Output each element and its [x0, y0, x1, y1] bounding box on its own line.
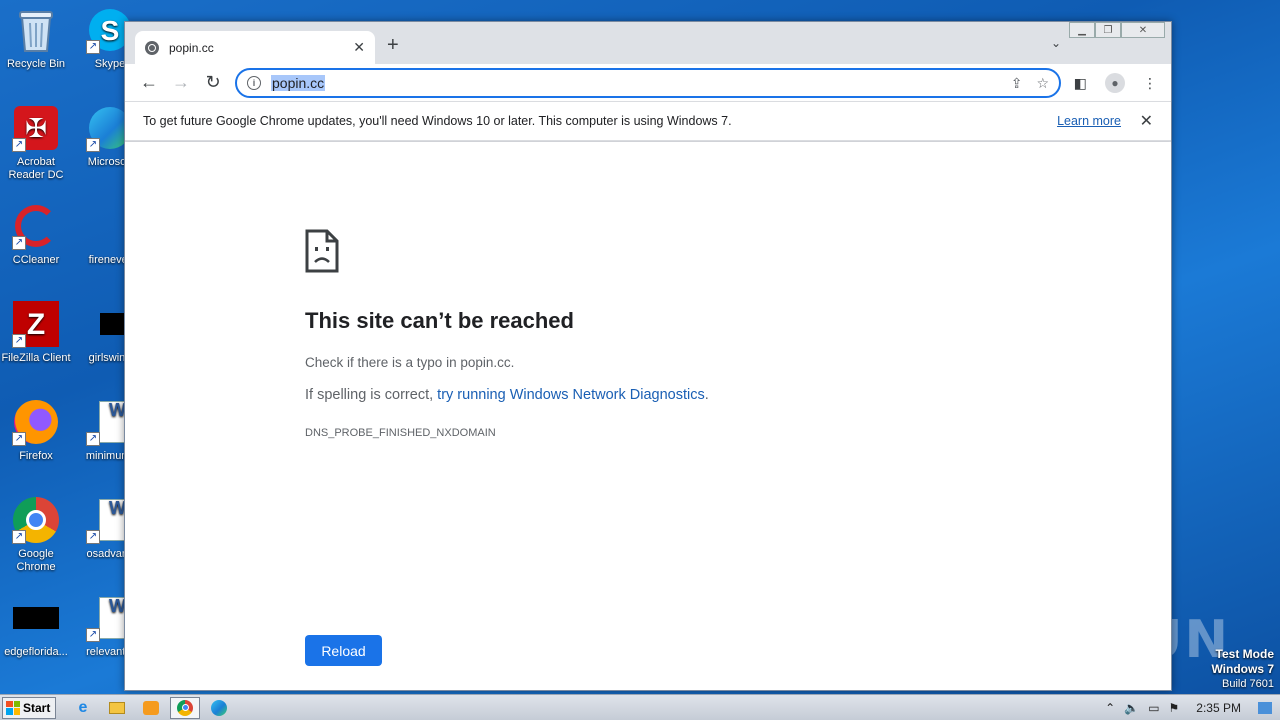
shortcut-arrow-icon: ↗	[12, 432, 26, 446]
update-infobar: To get future Google Chrome updates, you…	[125, 101, 1171, 141]
windows-logo-icon	[6, 700, 20, 715]
page-content: This site can’t be reached Check if ther…	[125, 142, 1171, 690]
shortcut-arrow-icon: ↗	[12, 530, 26, 544]
desktop-icon-label: Acrobat Reader DC	[8, 156, 64, 181]
tab-title: popin.cc	[169, 40, 214, 55]
action-center-flag-icon[interactable]: ⚑	[1169, 701, 1180, 715]
start-button[interactable]: Start	[2, 696, 56, 719]
toolbar-right: ◧ ● ⋮	[1074, 73, 1157, 93]
omnibox-actions: ⇪ ☆	[1011, 75, 1049, 92]
desktop-icon-ccleaner[interactable]: ↗ CCleaner	[0, 202, 72, 267]
tray-expand-icon[interactable]: ⌃	[1105, 701, 1115, 715]
error-typo-hint: Check if there is a typo in popin.cc.	[305, 355, 515, 370]
volume-icon[interactable]: 🔈	[1124, 701, 1139, 715]
desktop-icon-label: Firefox	[19, 450, 53, 462]
ccleaner-icon: ↗	[12, 202, 60, 250]
shortcut-arrow-icon: ↗	[86, 40, 100, 54]
error-code: DNS_PROBE_FINISHED_NXDOMAIN	[305, 427, 496, 439]
desktop-icon-edgeflorida[interactable]: edgeflorida...	[0, 594, 72, 659]
desktop-icon-label: edgeflorida...	[4, 646, 68, 658]
error-title: This site can’t be reached	[305, 308, 574, 333]
shortcut-arrow-icon: ↗	[86, 530, 100, 544]
reload-icon[interactable]: ↻	[197, 72, 229, 93]
desktop-icon-label: CCleaner	[12, 254, 60, 266]
test-mode-notice: Test Mode Windows 7 Build 7601	[1211, 647, 1274, 692]
desktop-icon-acrobat[interactable]: ✠ ↗ Acrobat Reader DC	[0, 104, 72, 182]
desktop-icon-google-chrome[interactable]: ↗ Google Chrome	[0, 496, 72, 574]
diagnostics-link[interactable]: try running Windows Network Diagnostics	[437, 387, 705, 403]
shortcut-arrow-icon: ↗	[12, 334, 26, 348]
share-icon[interactable]: ⇪	[1011, 75, 1023, 92]
side-panel-icon[interactable]: ◧	[1074, 75, 1087, 92]
address-url: popin.cc	[271, 75, 326, 91]
toolbar: ← → ↻ i popin.cc ⇪ ☆ ◧ ● ⋮	[125, 64, 1171, 101]
title-bar: ▁ ❐ ✕ popin.cc ✕ + ⌄	[125, 22, 1171, 64]
recycle-bin-icon	[12, 6, 60, 54]
filezilla-icon: Z ↗	[12, 300, 60, 348]
clock[interactable]: 2:35 PM	[1196, 701, 1241, 715]
learn-more-link[interactable]: Learn more	[1057, 114, 1121, 128]
shortcut-arrow-icon: ↗	[86, 138, 100, 152]
new-tab-icon[interactable]: +	[387, 35, 399, 55]
shortcut-arrow-icon: ↗	[12, 138, 26, 152]
media-player-taskbar-icon[interactable]	[136, 697, 166, 719]
explorer-taskbar-icon[interactable]	[102, 697, 132, 719]
window-controls: ▁ ❐ ✕	[1069, 22, 1165, 38]
bookmark-star-icon[interactable]: ☆	[1036, 75, 1049, 92]
network-icon[interactable]: ▭	[1148, 701, 1159, 715]
minimize-icon[interactable]: ▁	[1069, 22, 1095, 38]
diagnostics-suffix: .	[704, 387, 709, 403]
site-info-icon[interactable]: i	[247, 76, 261, 90]
taskbar: Start e ⌃ 🔈 ▭ ⚑ 2:35 PM	[0, 694, 1280, 720]
test-mode-line3: Build 7601	[1222, 678, 1274, 690]
test-mode-line2: Windows 7	[1211, 662, 1274, 676]
desktop-icon-filezilla[interactable]: Z ↗ FileZilla Client	[0, 300, 72, 365]
reload-button[interactable]: Reload	[305, 635, 382, 666]
edge-taskbar-icon[interactable]	[204, 697, 234, 719]
infobar-close-icon[interactable]: ✕	[1140, 111, 1153, 131]
forward-icon[interactable]: →	[165, 72, 197, 93]
globe-icon	[145, 40, 159, 55]
system-tray: ⌃ 🔈 ▭ ⚑ 2:35 PM	[1105, 695, 1280, 720]
desktop-icon-label: FileZilla Client	[1, 352, 71, 364]
shortcut-arrow-icon: ↗	[12, 236, 26, 250]
file-icon	[12, 594, 60, 642]
desktop-icon-firefox[interactable]: ↗ Firefox	[0, 398, 72, 463]
acrobat-icon: ✠ ↗	[12, 104, 60, 152]
chevron-down-icon[interactable]: ⌄	[1051, 36, 1061, 50]
restore-icon[interactable]: ❐	[1095, 22, 1121, 38]
test-mode-line1: Test Mode	[1215, 647, 1274, 661]
firefox-icon: ↗	[12, 398, 60, 446]
shortcut-arrow-icon: ↗	[86, 432, 100, 446]
desktop-icon-label: Google Chrome	[16, 548, 56, 573]
menu-dots-icon[interactable]: ⋮	[1143, 75, 1157, 92]
chrome-taskbar-icon[interactable]	[170, 696, 200, 719]
tab-close-icon[interactable]: ✕	[353, 39, 365, 56]
show-desktop-icon[interactable]	[1258, 702, 1272, 714]
desktop-icon-label: Recycle Bin	[6, 58, 66, 70]
back-icon[interactable]: ←	[133, 72, 165, 93]
close-window-icon[interactable]: ✕	[1121, 22, 1165, 38]
address-bar[interactable]: i popin.cc ⇪ ☆	[235, 68, 1061, 98]
diagnostics-prefix: If spelling is correct,	[305, 387, 438, 403]
desktop-icon-label: Skype	[94, 58, 126, 70]
sad-page-icon	[305, 229, 339, 278]
error-diagnostics-hint: If spelling is correct, try running Wind…	[305, 387, 709, 403]
start-label: Start	[23, 700, 51, 715]
desktop-icon-recycle-bin[interactable]: Recycle Bin	[0, 6, 72, 71]
chrome-window: ▁ ❐ ✕ popin.cc ✕ + ⌄ ← → ↻ i popin.cc ⇪ …	[124, 21, 1172, 691]
tab-popin[interactable]: popin.cc ✕	[135, 31, 375, 64]
infobar-message: To get future Google Chrome updates, you…	[143, 114, 732, 128]
chrome-icon: ↗	[12, 496, 60, 544]
shortcut-arrow-icon: ↗	[86, 628, 100, 642]
internet-explorer-taskbar-icon[interactable]: e	[68, 697, 98, 719]
profile-avatar-icon[interactable]: ●	[1105, 73, 1125, 93]
